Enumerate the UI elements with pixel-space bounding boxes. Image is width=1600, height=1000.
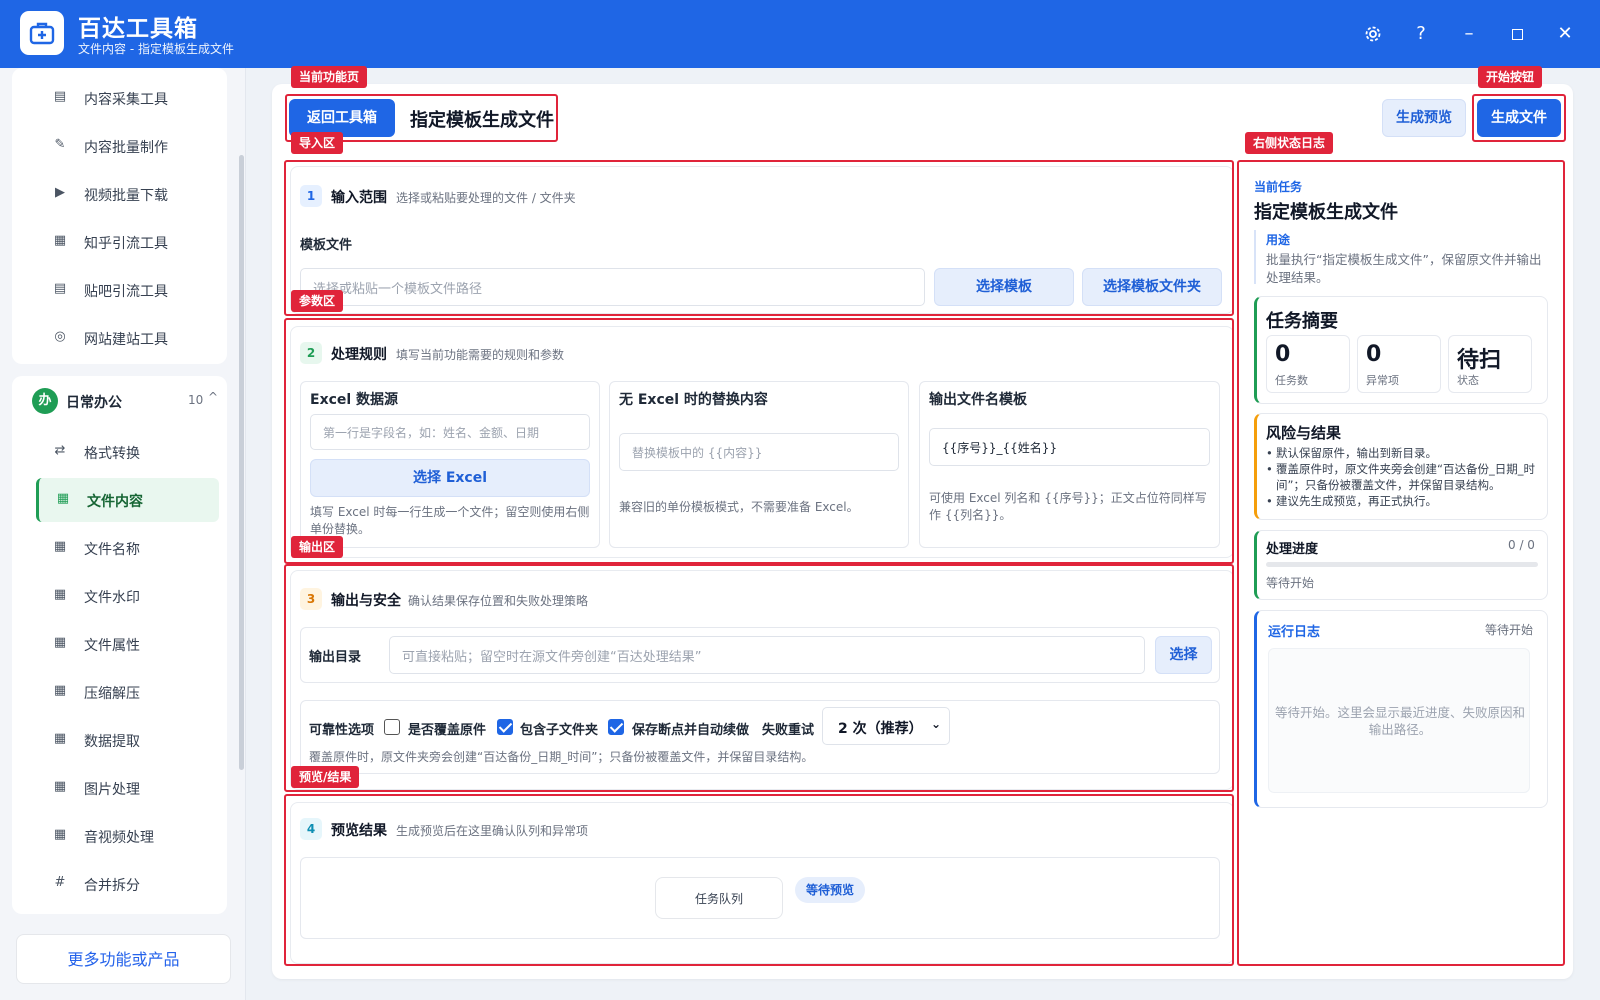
sidebar-item-label: 视频批量下载 xyxy=(84,188,168,204)
output-area-annotation-tag: 输出区 xyxy=(291,536,344,558)
note-icon: ▤ xyxy=(53,281,67,296)
preview-area-annotation-box xyxy=(284,794,1234,966)
generate-preview-button[interactable]: 生成预览 xyxy=(1382,99,1466,137)
sidebar-item[interactable]: ▦ 音视频处理 xyxy=(36,814,219,858)
sidebar-scroll-thumb[interactable] xyxy=(239,155,244,770)
output-area-annotation-box xyxy=(284,564,1234,792)
grid-icon: ▦ xyxy=(53,683,67,698)
sidebar-item-label: 图片处理 xyxy=(84,782,140,798)
office-group-icon: 办 xyxy=(32,388,58,414)
sidebar-item[interactable]: # 合并拆分 xyxy=(36,862,219,906)
app-subtitle: 文件内容 - 指定模板生成文件 xyxy=(78,42,234,56)
sidebar-item[interactable]: ▦ 知乎引流工具 xyxy=(36,220,219,264)
sidebar-item-label: 数据提取 xyxy=(84,734,140,750)
sidebar-item[interactable]: ▤ 贴吧引流工具 xyxy=(36,268,219,312)
book-icon: ▦ xyxy=(53,233,67,248)
grid-icon: ▦ xyxy=(53,587,67,602)
preview-area-annotation-tag: 预览/结果 xyxy=(291,766,360,788)
start-button-annotation-box xyxy=(1472,94,1566,142)
sidebar-item[interactable]: ▦ 文件内容 xyxy=(36,478,219,522)
grid-icon: ▦ xyxy=(53,539,67,554)
sidebar-item[interactable]: ▦ 数据提取 xyxy=(36,718,219,762)
sidebar-item[interactable]: ▦ 文件水印 xyxy=(36,574,219,618)
import-area-annotation-tag: 导入区 xyxy=(291,132,344,154)
sidebar-item[interactable]: ✎ 内容批量制作 xyxy=(36,124,219,168)
hash-icon: # xyxy=(54,875,66,890)
sidebar-group-title: 日常办公 xyxy=(66,395,122,411)
sidebar-item[interactable]: ▦ 文件属性 xyxy=(36,622,219,666)
swap-icon: ⇄ xyxy=(54,443,66,458)
param-area-annotation-box xyxy=(284,318,1234,564)
sidebar-group-count: 10 xyxy=(188,393,204,407)
sidebar-item-label: 知乎引流工具 xyxy=(84,236,168,252)
right-log-annotation-tag: 右侧状态日志 xyxy=(1245,132,1334,154)
right-log-annotation-box xyxy=(1237,160,1565,966)
video-icon: ▶ xyxy=(55,185,65,200)
app-title: 百达工具箱 xyxy=(78,16,198,42)
sidebar-item-label: 文件属性 xyxy=(84,638,140,654)
sidebar-item[interactable]: ▦ 压缩解压 xyxy=(36,670,219,714)
grid-icon: ▦ xyxy=(56,491,70,506)
settings-icon[interactable] xyxy=(1358,20,1388,48)
chevron-up-icon[interactable]: ^ xyxy=(208,390,218,404)
sidebar-item-label: 文件内容 xyxy=(87,494,143,510)
sidebar-item-label: 网站建站工具 xyxy=(84,332,168,348)
current-page-annotation-tag: 当前功能页 xyxy=(291,66,368,88)
sidebar-item-label: 文件名称 xyxy=(84,542,140,558)
grid-icon: ▦ xyxy=(53,635,67,650)
sidebar-item-label: 格式转换 xyxy=(84,446,140,462)
title-bar: 百达工具箱 文件内容 - 指定模板生成文件 ? – ✕ xyxy=(0,0,1600,68)
more-products-button[interactable]: 更多功能或产品 xyxy=(16,934,231,984)
doc-icon: ▤ xyxy=(53,89,67,104)
grid-icon: ▦ xyxy=(53,779,67,794)
maximize-icon[interactable] xyxy=(1502,20,1532,48)
grid-icon: ▦ xyxy=(53,827,67,842)
toolbox-logo-icon xyxy=(20,11,64,55)
sidebar-item[interactable]: ▦ 文件名称 xyxy=(36,526,219,570)
param-area-annotation-tag: 参数区 xyxy=(291,290,344,312)
close-icon[interactable]: ✕ xyxy=(1550,20,1580,48)
sidebar-group-header[interactable]: 办 日常办公 10 ^ xyxy=(22,378,222,424)
sidebar-item[interactable]: ▶ 视频批量下载 xyxy=(36,172,219,216)
minimize-icon[interactable]: – xyxy=(1454,20,1484,48)
sidebar-item-label: 内容采集工具 xyxy=(84,92,168,108)
sidebar-item[interactable]: ▦ 图片处理 xyxy=(36,766,219,810)
sidebar-item[interactable]: ▤ 内容采集工具 xyxy=(36,76,219,120)
sidebar-item-label: 文件水印 xyxy=(84,590,140,606)
grid-icon: ▦ xyxy=(53,731,67,746)
sidebar-item[interactable]: ◎ 网站建站工具 xyxy=(36,316,219,360)
sidebar-item-label: 音视频处理 xyxy=(84,830,154,846)
sidebar-item-label: 合并拆分 xyxy=(84,878,140,894)
sidebar-item[interactable]: ⇄ 格式转换 xyxy=(36,430,219,474)
import-area-annotation-box xyxy=(284,160,1234,316)
pen-icon: ✎ xyxy=(54,137,66,152)
sidebar-item-label: 贴吧引流工具 xyxy=(84,284,168,300)
help-icon[interactable]: ? xyxy=(1406,20,1436,48)
sidebar-item-label: 压缩解压 xyxy=(84,686,140,702)
sidebar-item-label: 内容批量制作 xyxy=(84,140,168,156)
globe-icon: ◎ xyxy=(54,329,66,344)
start-button-annotation-tag: 开始按钮 xyxy=(1478,66,1543,88)
